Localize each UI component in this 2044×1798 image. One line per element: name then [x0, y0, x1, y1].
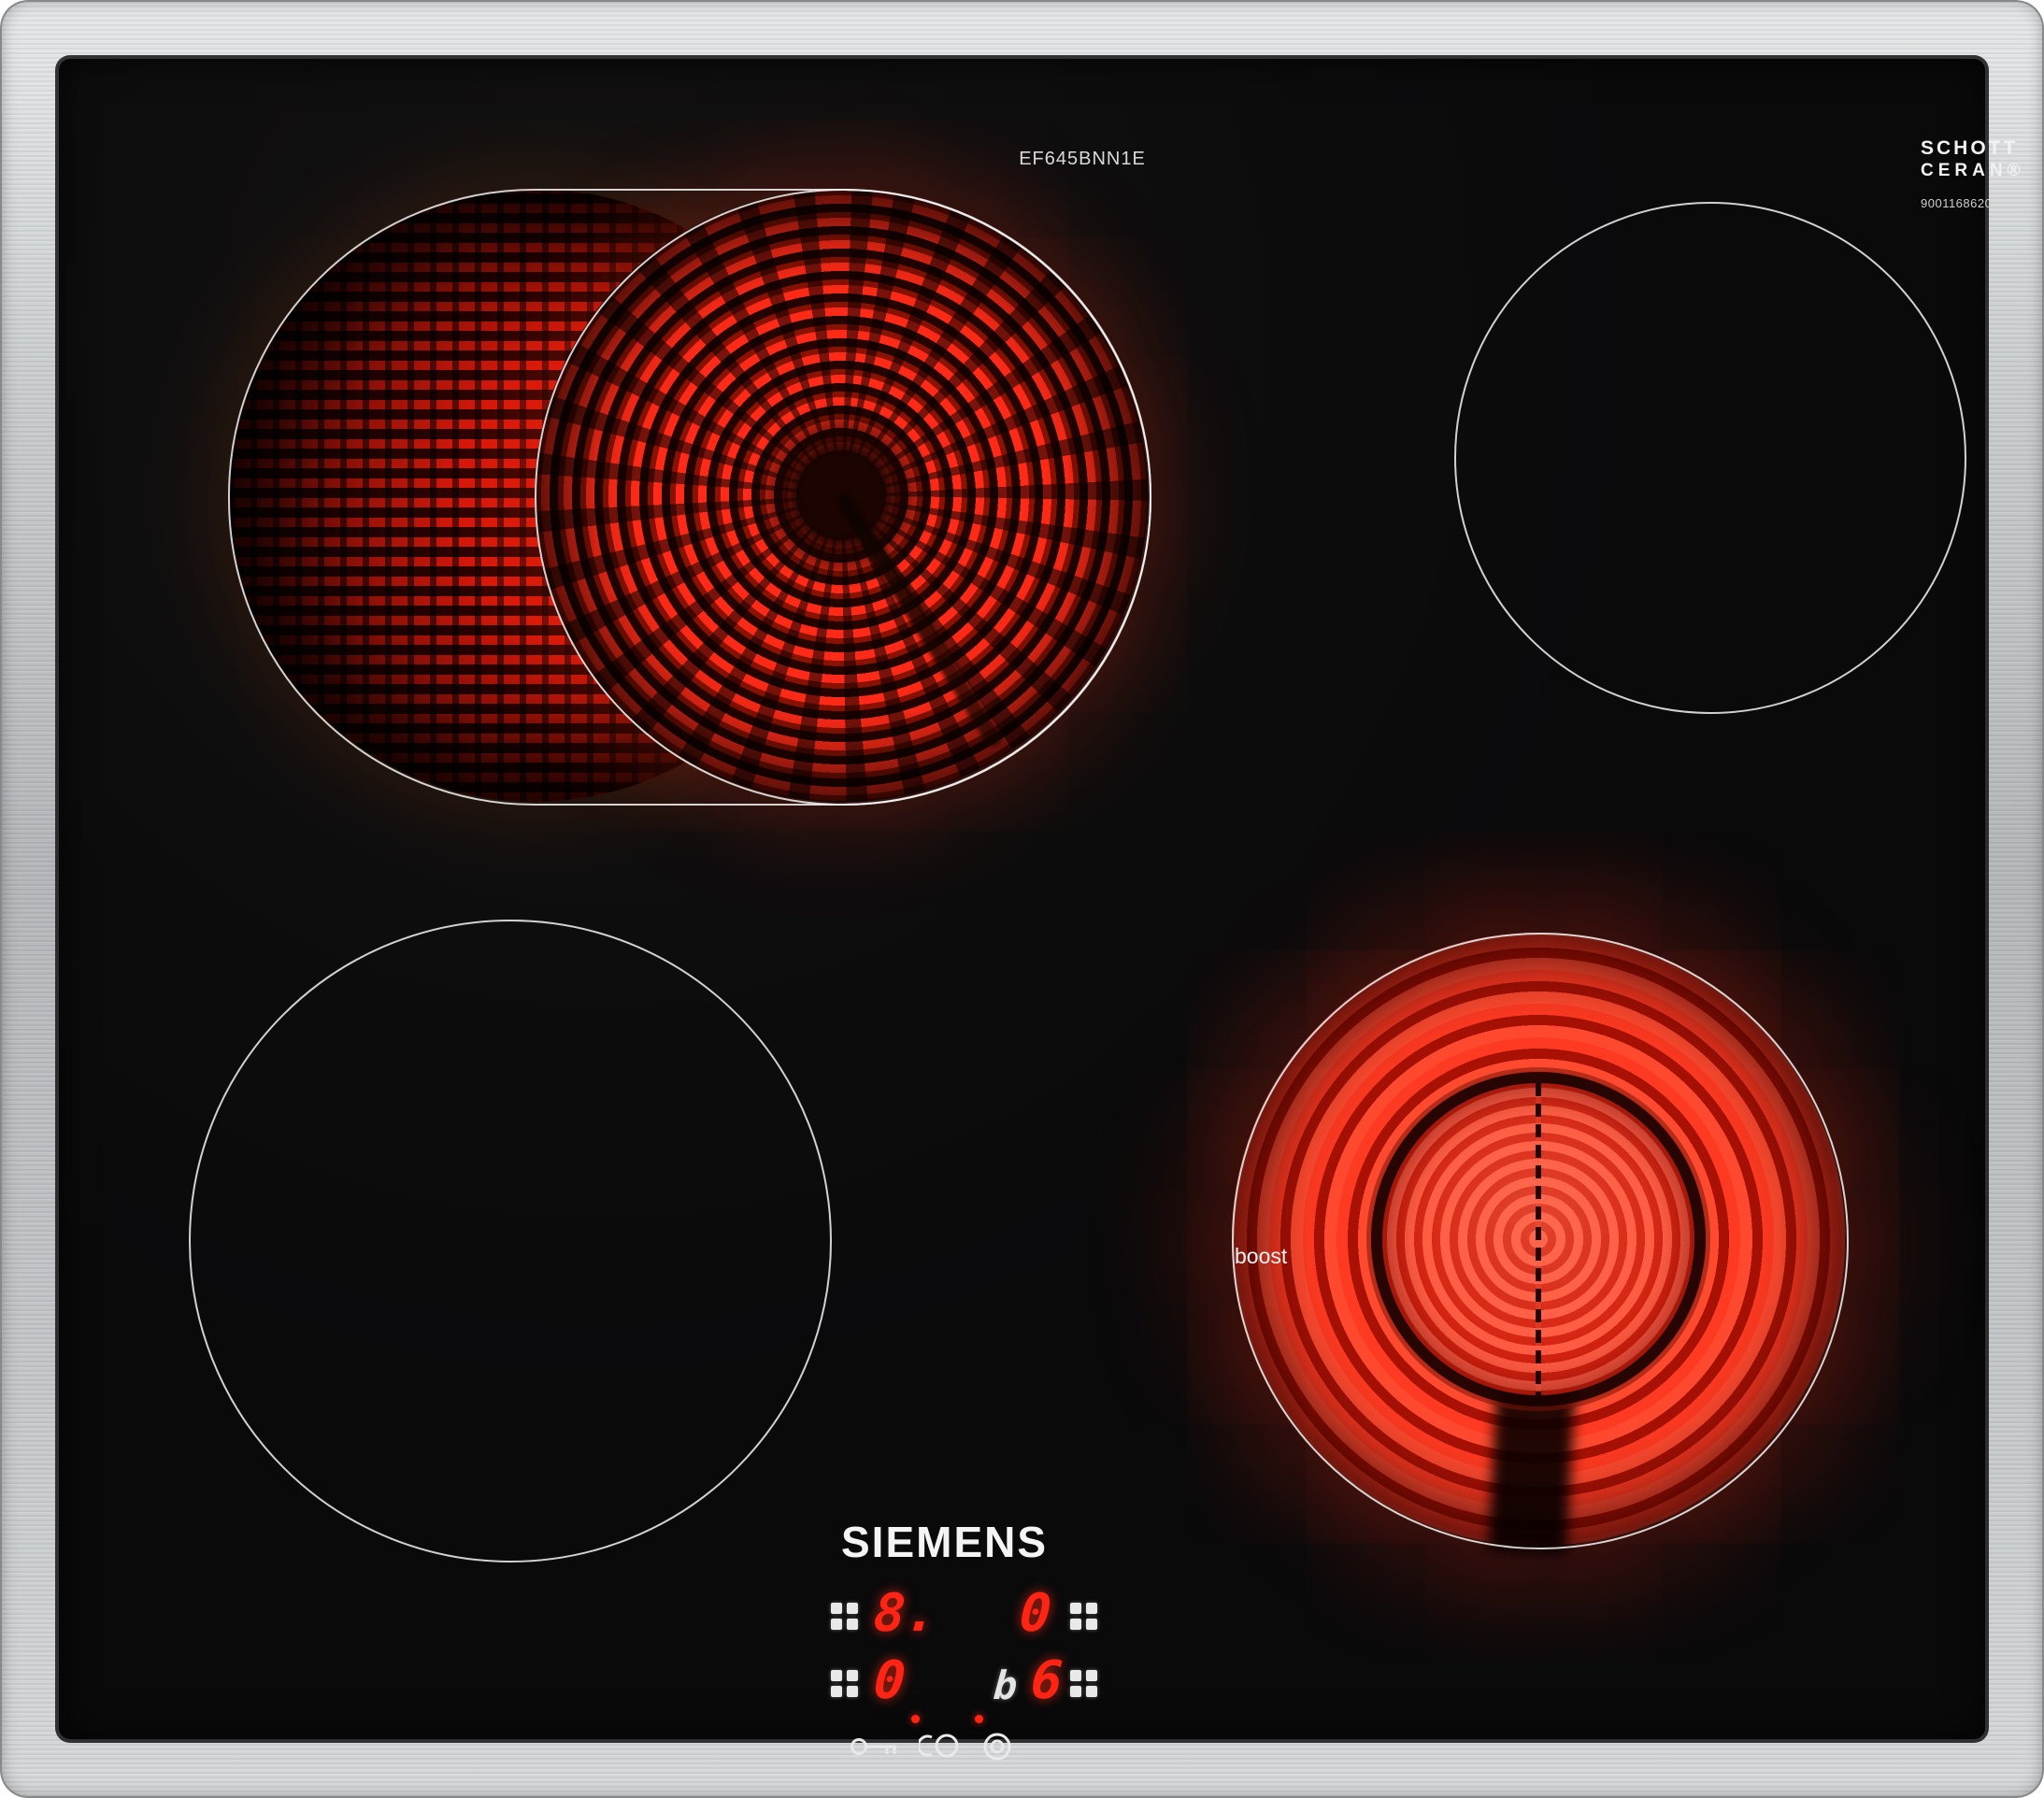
display-front-right-level: 6	[1029, 1655, 1065, 1707]
timer-indicator-dot	[911, 1715, 920, 1723]
boost-label: boost	[1235, 1244, 1287, 1269]
zone-front-right-outline	[1232, 933, 1849, 1549]
display-rear-left-level: 8.	[872, 1588, 938, 1640]
siemens-logo: SIEMENS	[841, 1517, 1048, 1567]
cooktop-photo: boost EF645BNN1E SCHOTT CERAN® 900116862…	[0, 0, 2044, 1798]
zone-selector-squares-rear-right[interactable]	[1070, 1603, 1098, 1631]
dual-zone-indicator-dot	[975, 1715, 983, 1723]
model-number: EF645BNN1E	[989, 149, 1176, 170]
zone-rear-right	[1454, 202, 1966, 714]
key-lock-icon[interactable]	[850, 1734, 900, 1760]
zone-selector-squares-front-left[interactable]	[831, 1670, 859, 1698]
serial-number: 9001168620	[1921, 196, 2044, 210]
timer-icon[interactable]	[919, 1732, 960, 1760]
zone-front-left	[189, 920, 832, 1563]
zone-rear-left-circle-outline	[535, 189, 1151, 806]
display-front-right-prefix: b	[992, 1662, 1019, 1708]
schott-line2: CERAN®	[1921, 161, 2044, 181]
display-rear-right-level: 0	[1018, 1588, 1053, 1640]
zone-selector-squares-front-right[interactable]	[1070, 1670, 1098, 1698]
dual-zone-icon[interactable]	[982, 1732, 1012, 1762]
schott-ceran-logo: SCHOTT CERAN® 9001168620	[1921, 137, 2044, 211]
schott-line1: SCHOTT	[1921, 137, 2044, 161]
glass-surface: boost EF645BNN1E SCHOTT CERAN® 900116862…	[59, 59, 1985, 1739]
display-front-left-level: 0	[872, 1655, 908, 1707]
zone-selector-squares-rear-left[interactable]	[831, 1603, 859, 1631]
